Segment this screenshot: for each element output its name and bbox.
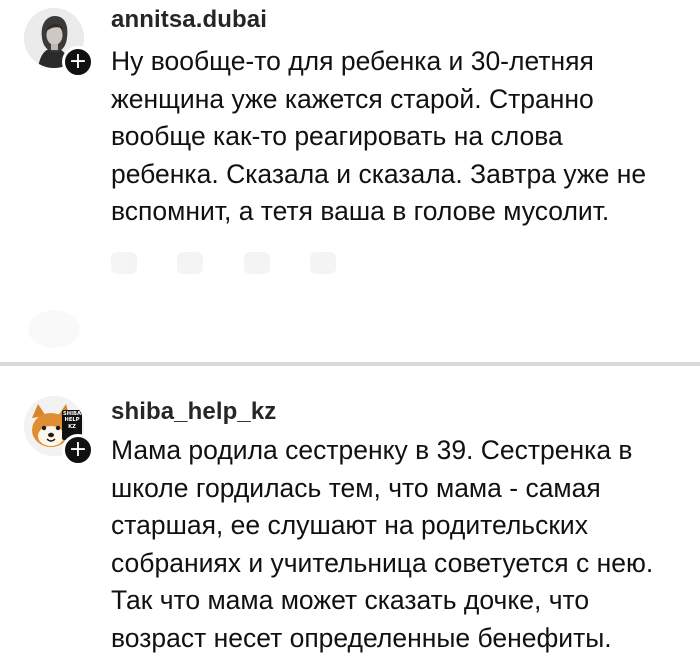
avatar-container[interactable]: +: [24, 8, 94, 78]
faded-comment-icon: [243, 252, 270, 274]
faded-share-icon: [310, 252, 337, 274]
comment: + annitsa.dubai Ну вообще-то для ребенка…: [0, 0, 700, 362]
comment-text-line: собраниях и учительница советуется с нею…: [111, 547, 654, 578]
comment-username[interactable]: annitsa.dubai: [111, 6, 267, 34]
comment-username[interactable]: shiba_help_kz: [111, 398, 276, 426]
faded-like-icon: [111, 252, 137, 274]
comment-text-line: вообще как-то реагировать на слова: [111, 121, 563, 152]
comment-text-line: Ну вообще-то для ребенка и 30-летняя: [111, 46, 594, 76]
avatar-container[interactable]: SHIBA HELP KZ +: [24, 396, 94, 466]
faded-avatar-shadow: [28, 310, 80, 348]
comment-text-line: школе гордилась тем, что мама - самая: [111, 472, 601, 503]
comment-text-line: женщина уже кажется старой. Странно: [111, 83, 594, 114]
comment: SHIBA HELP KZ + shiba_help_kz Мама родил…: [0, 366, 700, 668]
faded-reply-icon: [177, 252, 204, 274]
comment-text-line: старшая, ее слушают на родительских: [111, 510, 588, 541]
shiba-help-badge-text: SHIBA HELP KZ: [63, 411, 81, 430]
comment-text-line: Мама родила сестренку в 39. Сестренка в: [111, 435, 633, 465]
comment-text: Ну вообще-то для ребенка и 30-летняя жен…: [111, 43, 681, 231]
comment-text-line: Так что мама может сказать дочке, что: [111, 585, 590, 616]
comment-text-line: ребенка. Сказала и сказала. Завтра уже н…: [111, 158, 647, 189]
comment-text: Мама родила сестренку в 39. Сестренка в …: [111, 432, 681, 658]
comment-text-line: вспомнит, а тетя ваша в голове мусолит.: [111, 196, 610, 227]
plus-icon[interactable]: +: [62, 46, 94, 78]
faded-action-icons: [111, 252, 431, 282]
plus-icon[interactable]: +: [62, 434, 94, 466]
comment-text-line: возраст несет определенные бенефиты.: [111, 622, 612, 653]
